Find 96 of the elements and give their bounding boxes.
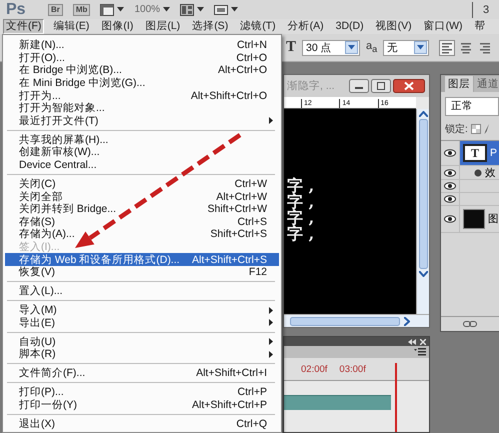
layer-row[interactable] — [441, 193, 499, 206]
layer-row[interactable]: 图 — [441, 206, 499, 233]
screen-mode-icon[interactable] — [214, 4, 228, 16]
scroll-down-icon[interactable] — [418, 271, 428, 277]
menu-item[interactable]: 在 Bridge 中浏览(B)... Alt+Ctrl+O — [5, 64, 279, 77]
menu-bar-item[interactable]: 编辑(E) — [50, 19, 92, 34]
menu-item[interactable]: 脚本(R) — [5, 348, 279, 361]
workspace-label[interactable]: 3 — [483, 4, 493, 16]
layer-name: 图 — [488, 212, 499, 226]
effects-icon — [474, 168, 482, 176]
vertical-scrollbar[interactable] — [416, 109, 429, 314]
menu-item[interactable]: 导入(M) — [5, 304, 279, 316]
menu-item[interactable]: 打印(P)... Ctrl+P — [5, 386, 279, 398]
menu-item[interactable]: 新建(N)... Ctrl+N — [5, 39, 279, 52]
anti-alias-dropdown[interactable]: 无 — [383, 40, 430, 56]
menu-item[interactable]: 导出(E) — [5, 316, 279, 329]
app-logo: Ps — [6, 0, 27, 18]
app-switch-button[interactable]: Mb — [72, 4, 90, 16]
menu-item[interactable]: 创建新审核(W)... — [5, 146, 279, 159]
anti-alias-glyph: a$_{a}$ — [366, 40, 378, 55]
menu-bar-item[interactable]: 视图(V) — [372, 19, 415, 34]
menu-bar-item[interactable]: 帮 — [472, 19, 489, 34]
scroll-up-icon[interactable] — [418, 111, 428, 117]
menu-item[interactable]: 置入(L)... — [5, 284, 279, 298]
menu-item[interactable]: 打开为智能对象... — [5, 102, 279, 115]
link-icon[interactable] — [463, 321, 477, 327]
menu-item[interactable]: 退出(X) Ctrl+Q — [5, 417, 279, 430]
caret-icon[interactable] — [197, 7, 204, 12]
layer-thumbnail — [463, 209, 485, 229]
menu-item[interactable]: 存储为 Web 和设备所用格式(D)... Alt+Shift+Ctrl+S — [5, 253, 279, 266]
menu-bar-item[interactable]: 3D(D) — [332, 19, 367, 34]
minimize-icon[interactable] — [349, 79, 369, 93]
canvas-text: 字 , — [287, 195, 316, 209]
layer-name: 效 — [485, 166, 496, 180]
visibility-eye-icon[interactable] — [444, 215, 456, 223]
caret-icon[interactable] — [163, 7, 170, 12]
blend-mode-dropdown[interactable]: 正常 — [445, 97, 499, 116]
visibility-eye-icon[interactable] — [444, 168, 456, 176]
menu-bar-item[interactable]: 选择(S) — [189, 19, 232, 34]
text-layer-thumbnail: T — [463, 144, 487, 162]
menu-item[interactable]: 在 Mini Bridge 中浏览(G)... — [5, 76, 279, 90]
menu-item[interactable]: 打开为... Alt+Shift+Ctrl+O — [5, 89, 279, 102]
visibility-eye-icon[interactable] — [444, 182, 456, 190]
canvas-text: 字 , — [287, 211, 316, 225]
menu-item[interactable]: 存储为(A)... Shift+Ctrl+S — [5, 228, 279, 241]
menu-item[interactable]: 关闭全部 Alt+Ctrl+W — [5, 190, 279, 203]
menu-item[interactable]: 最近打开文件(T) — [5, 114, 279, 128]
time-label: 02:00f — [301, 364, 328, 374]
visibility-eye-icon[interactable] — [444, 149, 456, 157]
scroll-right-icon[interactable] — [404, 316, 410, 326]
scroll-thumb-icon[interactable] — [290, 316, 400, 326]
lock-label: 锁定: — [445, 122, 468, 136]
menu-bar-item[interactable]: 滤镜(T) — [237, 19, 279, 34]
menu-bar-item[interactable]: 文件(F) — [3, 19, 44, 34]
visibility-eye-icon[interactable] — [444, 195, 456, 203]
align-left-icon[interactable] — [439, 40, 456, 56]
arrange-icon[interactable] — [180, 4, 194, 16]
layer-row[interactable] — [441, 180, 499, 193]
menu-bar-item[interactable]: 窗口(W) — [420, 19, 466, 34]
menu-bar-item[interactable]: 分析(A) — [284, 19, 327, 34]
panel-tab[interactable]: 图层 — [445, 76, 473, 92]
canvas-text: 字 , — [287, 227, 316, 241]
menu-bar-item[interactable]: 图像(I) — [98, 19, 136, 34]
caret-icon — [417, 45, 424, 50]
close-icon[interactable] — [393, 79, 425, 93]
layer-name: P — [490, 147, 498, 159]
app-switch-button[interactable]: Br — [48, 4, 63, 16]
horizontal-scrollbar[interactable] — [284, 314, 429, 327]
canvas-text: 字 , — [287, 179, 316, 193]
layer-row[interactable]: 效 — [441, 166, 499, 180]
menu-item[interactable]: 恢复(V) F12 — [5, 266, 279, 278]
caret-icon — [348, 45, 356, 50]
panel-tab[interactable]: 通道 — [474, 76, 499, 92]
menu-item[interactable]: 关闭并转到 Bridge... Shift+Ctrl+W — [5, 202, 279, 216]
menu-item[interactable]: 打开(O)... Ctrl+O — [5, 52, 279, 64]
lock-transparency-icon[interactable] — [470, 124, 481, 134]
menu-item[interactable]: 文件简介(F)... Alt+Shift+Ctrl+I — [5, 366, 279, 380]
menu-item[interactable]: Device Central... — [5, 158, 279, 172]
layer-row[interactable]: T P — [441, 141, 499, 166]
scroll-thumb-icon[interactable] — [418, 119, 428, 269]
brush-icon[interactable] — [484, 124, 490, 134]
text-tool-glyph: T — [286, 39, 296, 56]
caret-icon[interactable] — [231, 7, 238, 12]
menu-item[interactable]: 关闭(C) Ctrl+W — [5, 178, 279, 190]
panel-menu-icon[interactable] — [414, 348, 426, 356]
menu-item[interactable]: 存储(S) Ctrl+S — [5, 215, 279, 228]
menu-item[interactable]: 自动(U) — [5, 335, 279, 348]
view-extras-icon[interactable] — [100, 4, 114, 16]
menu-item[interactable]: 共享我的屏幕(H)... — [5, 134, 279, 146]
zoom-level[interactable]: 100% — [134, 4, 160, 15]
menu-item[interactable]: 打印一份(Y) Alt+Shift+Ctrl+P — [5, 398, 279, 412]
menu-bar-item[interactable]: 图层(L) — [142, 19, 184, 34]
caret-icon[interactable] — [117, 7, 124, 12]
maximize-icon[interactable] — [371, 79, 391, 93]
time-label: 03:00f — [339, 364, 366, 374]
font-size-dropdown[interactable]: 30 点 — [302, 40, 360, 56]
